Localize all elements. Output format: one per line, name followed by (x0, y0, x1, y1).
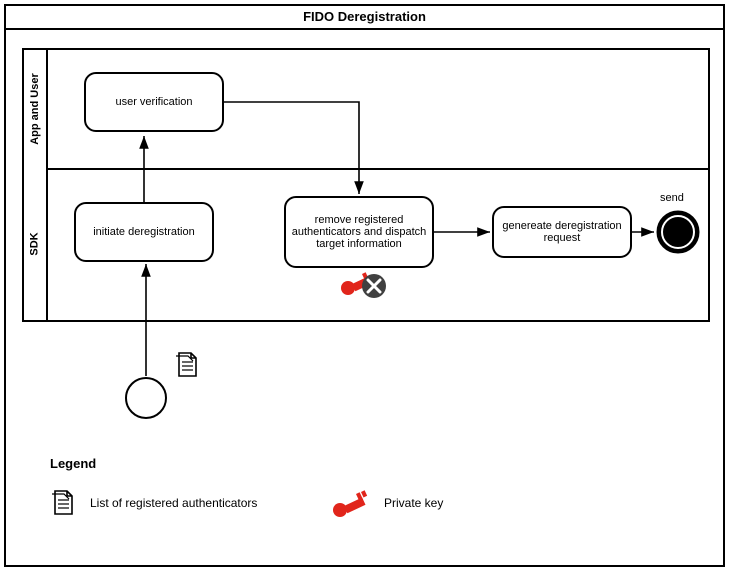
outer-frame: FIDO Deregistration App and User SDK use… (4, 4, 725, 567)
task-initiate-deregistration: initiate deregistration (74, 202, 214, 262)
legend-item-private-key: Private key (384, 496, 443, 510)
task-user-verification: user verification (84, 72, 224, 132)
task-user-verification-label: user verification (115, 96, 192, 108)
lane-app-and-user: App and User (24, 50, 48, 168)
task-generate-request: genereate deregistration request (492, 206, 632, 258)
key-delete-icon (338, 264, 388, 307)
task-initiate-label: initiate deregistration (93, 226, 195, 238)
document-icon (174, 350, 200, 383)
lane-sdk: SDK (24, 168, 48, 320)
end-event-label: send (660, 192, 684, 204)
start-event-icon (124, 376, 168, 423)
lane-separator (48, 168, 708, 170)
task-generate-label: genereate deregistration request (498, 220, 626, 244)
task-remove-authenticators: remove registered authenticators and dis… (284, 196, 434, 268)
legend-item-authenticators: List of registered authenticators (90, 496, 257, 510)
end-event-icon (656, 210, 700, 257)
legend-title: Legend (50, 456, 96, 471)
diagram-canvas: FIDO Deregistration App and User SDK use… (0, 0, 729, 571)
lane-label-top: App and User (29, 73, 41, 145)
legend-document-icon (50, 488, 76, 521)
pool: App and User SDK user verification initi… (22, 48, 710, 322)
diagram-title: FIDO Deregistration (6, 6, 723, 30)
lane-label-bottom: SDK (29, 232, 41, 255)
task-remove-label: remove registered authenticators and dis… (290, 214, 428, 250)
legend-key-icon (330, 486, 370, 523)
